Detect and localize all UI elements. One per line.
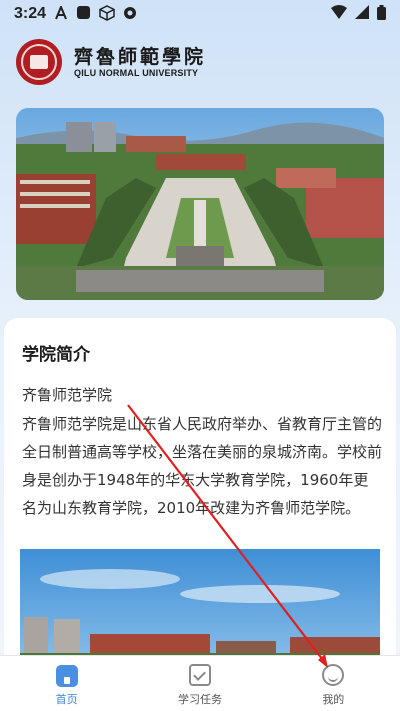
tab-mine-label: 我的 — [322, 693, 345, 706]
status-right-group — [331, 4, 386, 24]
university-seal-logo — [16, 39, 62, 85]
profile-icon — [321, 663, 345, 687]
status-time: 3:24 — [14, 5, 47, 22]
campus-banner-image[interactable] — [16, 108, 384, 300]
section-title: 学院简介 — [22, 345, 90, 365]
box-icon — [99, 4, 115, 24]
wifi-icon — [331, 5, 347, 23]
tab-study-tasks[interactable]: 学习任务 — [133, 656, 266, 711]
tab-home[interactable]: 首页 — [0, 656, 133, 711]
signal-icon — [355, 5, 369, 23]
logo-english-name: QILU NORMAL UNIVERSITY — [74, 68, 199, 78]
tab-home-label: 首页 — [55, 693, 78, 706]
university-wordmark: 齊魯師範學院 QILU NORMAL UNIVERSITY — [74, 46, 206, 78]
square-app-icon — [76, 5, 91, 23]
logo-chinese-name: 齊魯師範學院 — [74, 46, 207, 68]
task-check-icon — [188, 663, 212, 687]
settings-icon — [123, 6, 137, 23]
battery-icon — [377, 4, 386, 24]
campus-photo — [20, 549, 380, 663]
college-name: 齐鲁师范学院 — [22, 386, 113, 404]
accessibility-icon — [54, 3, 68, 23]
intro-card: 学院简介 齐鲁师范学院 齐鲁师范学院是山东省人民政府举办、省教育厅主管的全日制普… — [4, 318, 396, 663]
tab-study-tasks-label: 学习任务 — [177, 693, 222, 706]
app-header: 齊魯師範學院 QILU NORMAL UNIVERSITY — [16, 38, 206, 86]
bottom-tab-bar: 首页 学习任务 我的 — [0, 655, 400, 711]
tab-mine[interactable]: 我的 — [267, 656, 400, 711]
status-bar: 3:24 — [0, 0, 400, 28]
intro-paragraph: 齐鲁师范学院是山东省人民政府举办、省教育厅主管的全日制普通高等学校，坐落在美丽的… — [22, 415, 383, 517]
home-icon — [55, 663, 79, 687]
